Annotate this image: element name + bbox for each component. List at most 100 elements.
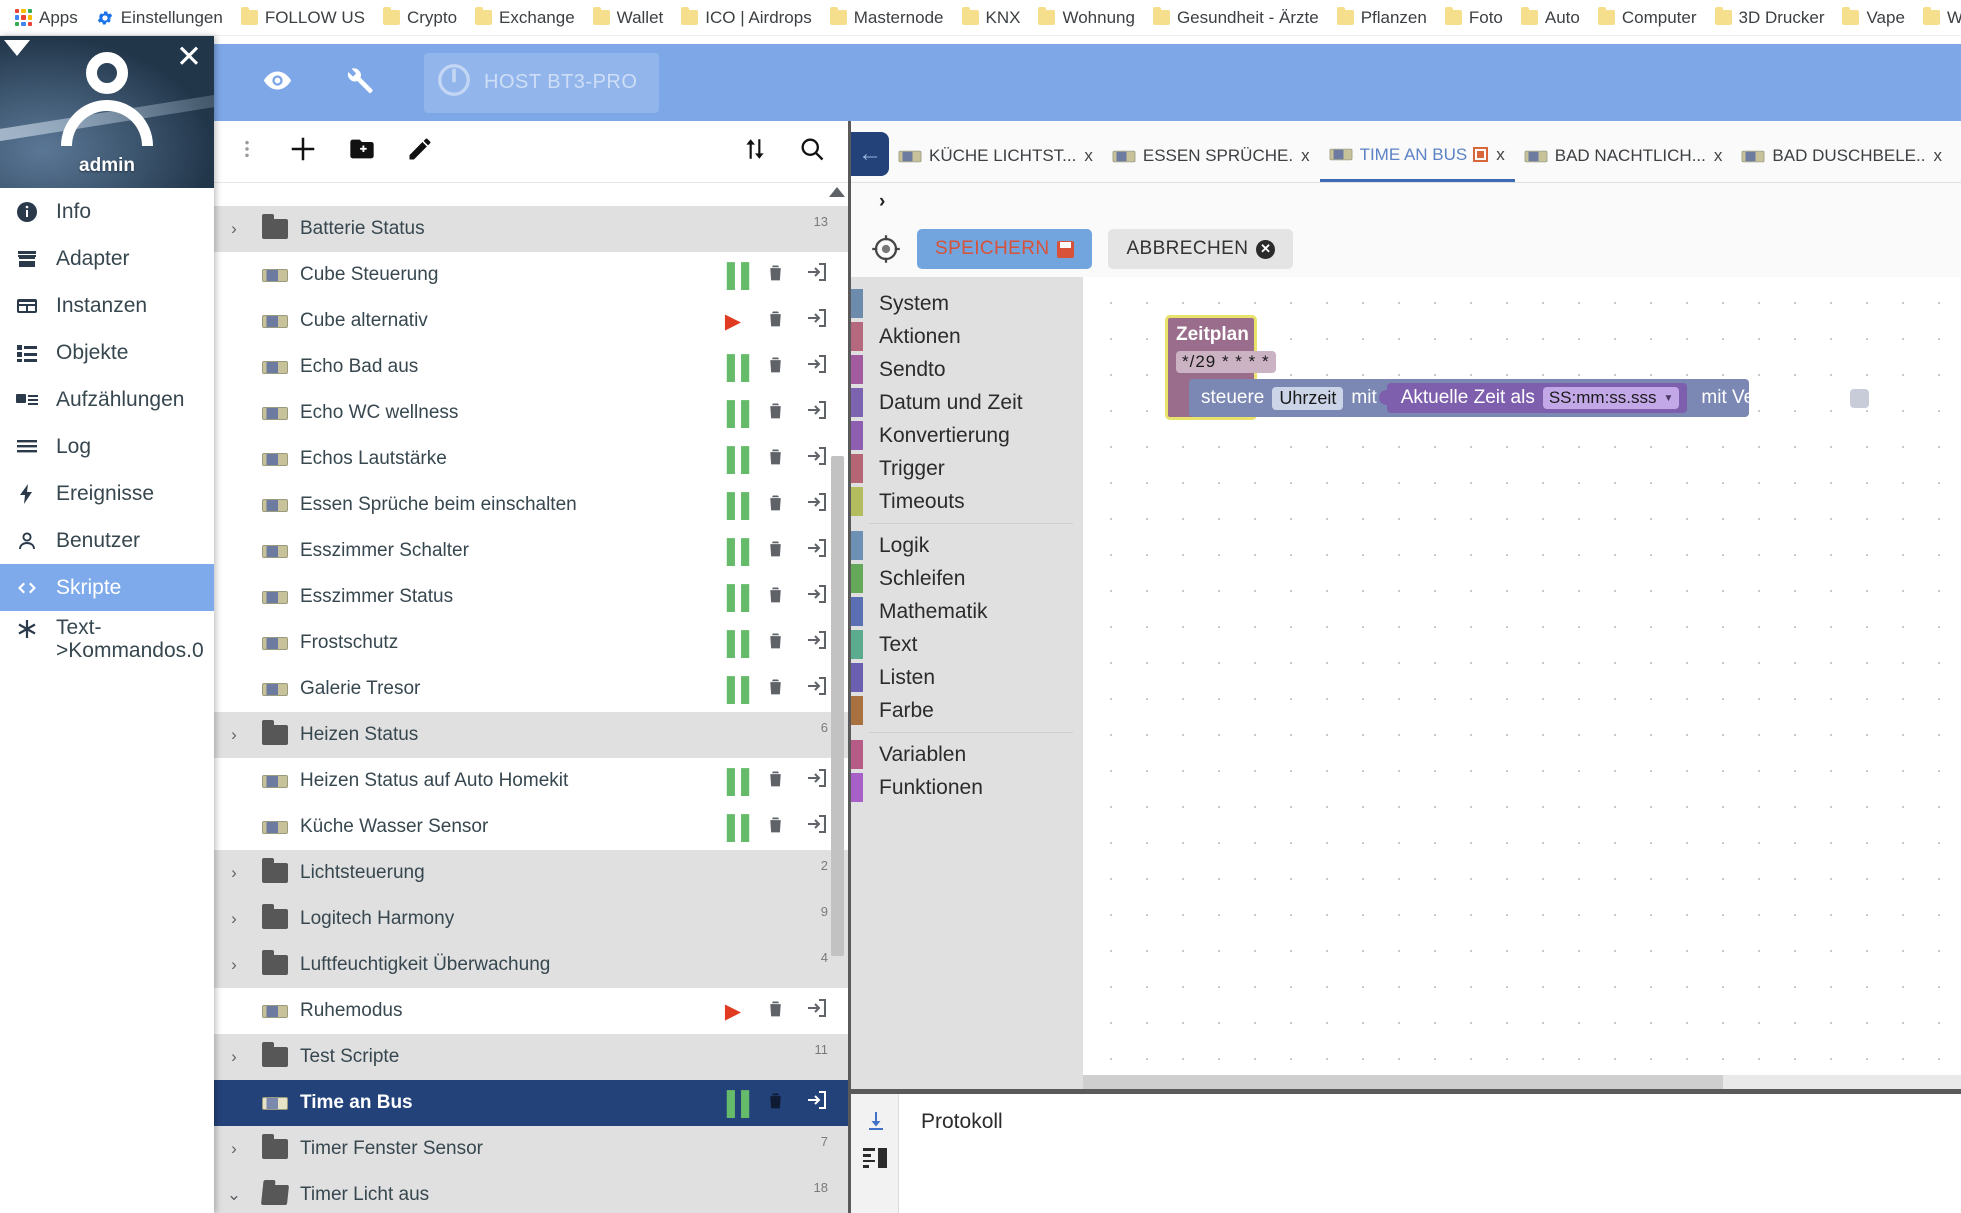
collapse-triangle-icon[interactable] bbox=[4, 40, 30, 56]
control-statement-block[interactable]: steuere Uhrzeit mit Aktuelle Zeit als SS… bbox=[1189, 379, 1869, 417]
script-row[interactable]: Ruhemodus ▶ bbox=[214, 988, 848, 1034]
bookmark-folder[interactable]: Wohnung bbox=[1029, 5, 1143, 31]
play-button[interactable]: ▶ bbox=[712, 999, 754, 1024]
script-row[interactable]: Cube alternativ ▶ bbox=[214, 298, 848, 344]
folder-row[interactable]: › Batterie Status 13 bbox=[214, 206, 848, 252]
folder-row[interactable]: › Heizen Status 6 bbox=[214, 712, 848, 758]
folder-row[interactable]: › Logitech Harmony 9 bbox=[214, 896, 848, 942]
delete-button[interactable] bbox=[754, 1090, 796, 1117]
bookmark-settings[interactable]: Einstellungen bbox=[87, 5, 232, 31]
script-row[interactable]: Frostschutz ▐▐ bbox=[214, 620, 848, 666]
script-list-scrollbar-thumb[interactable] bbox=[831, 456, 844, 956]
pause-button[interactable]: ▐▐ bbox=[712, 1090, 754, 1117]
plus-icon[interactable] bbox=[288, 134, 318, 169]
pause-button[interactable]: ▐▐ bbox=[712, 630, 754, 657]
toolbox-category[interactable]: System bbox=[851, 287, 1083, 320]
toolbox-category[interactable]: Listen bbox=[851, 661, 1083, 694]
script-row[interactable]: Küche Wasser Sensor ▐▐ bbox=[214, 804, 848, 850]
pause-button[interactable]: ▐▐ bbox=[712, 492, 754, 519]
blockly-toolbox[interactable]: System Aktionen Sendto Datum und Zeit Konver… bbox=[851, 277, 1083, 1089]
sidebar-item-objekte[interactable]: Objekte bbox=[0, 329, 214, 376]
bookmark-folder[interactable]: Crypto bbox=[374, 5, 466, 31]
toolbox-category[interactable]: Text bbox=[851, 628, 1083, 661]
chevron-right-icon[interactable]: › bbox=[214, 219, 254, 239]
editor-tab[interactable]: ESSEN SPRÜCHE. x bbox=[1103, 130, 1320, 182]
sidebar-item-text-kommandos-0[interactable]: Text- >Kommandos.0 bbox=[0, 611, 214, 671]
bookmark-folder[interactable]: Computer bbox=[1589, 5, 1706, 31]
delete-button[interactable] bbox=[754, 446, 796, 473]
editor-tab[interactable]: BAD DUSCHBELE.. x bbox=[1732, 130, 1952, 182]
pause-button[interactable]: ▐▐ bbox=[712, 584, 754, 611]
object-field[interactable]: Uhrzeit bbox=[1272, 386, 1344, 410]
eye-icon[interactable] bbox=[262, 65, 293, 101]
script-row[interactable]: Cube Steuerung ▐▐ bbox=[214, 252, 848, 298]
cron-field[interactable]: */29 * * * * bbox=[1176, 351, 1276, 373]
canvas-scrollbar-thumb[interactable] bbox=[1083, 1075, 1723, 1089]
toolbox-category[interactable]: Schleifen bbox=[851, 562, 1083, 595]
chevron-right-icon[interactable]: › bbox=[214, 955, 254, 975]
toolbox-category[interactable]: Trigger bbox=[851, 452, 1083, 485]
editor-tab[interactable]: BAD NACHTLICH... x bbox=[1515, 130, 1733, 182]
host-chip[interactable]: HOST BT3-PRO bbox=[424, 52, 660, 113]
time-format-dropdown[interactable]: SS:mm:ss.sss ▼ bbox=[1542, 387, 1680, 409]
close-tab-icon[interactable]: x bbox=[1714, 146, 1723, 166]
save-button[interactable]: SPEICHERN bbox=[917, 229, 1093, 269]
close-icon[interactable]: ✕ bbox=[176, 41, 202, 72]
pause-button[interactable]: ▐▐ bbox=[712, 814, 754, 841]
bookmark-folder[interactable]: Welto bbox=[1914, 5, 1961, 31]
chevron-right-icon[interactable]: › bbox=[214, 725, 254, 745]
toolbox-category[interactable]: Variablen bbox=[851, 738, 1083, 771]
close-tab-icon[interactable]: x bbox=[1301, 146, 1310, 166]
canvas-horizontal-scrollbar[interactable] bbox=[1083, 1075, 1961, 1089]
pause-button[interactable]: ▐▐ bbox=[712, 538, 754, 565]
toolbox-category[interactable]: Farbe bbox=[851, 694, 1083, 727]
delete-button[interactable] bbox=[754, 998, 796, 1025]
script-row[interactable]: Echo WC wellness ▐▐ bbox=[214, 390, 848, 436]
toolbox-category[interactable]: Konvertierung bbox=[851, 419, 1083, 452]
script-row[interactable]: Galerie Tresor ▐▐ bbox=[214, 666, 848, 712]
search-icon[interactable] bbox=[798, 135, 826, 168]
expand-chevron-icon[interactable]: › bbox=[879, 191, 885, 213]
download-icon[interactable] bbox=[864, 1108, 886, 1132]
pause-button[interactable]: ▐▐ bbox=[712, 446, 754, 473]
folder-row[interactable]: › Lichtsteuerung 2 bbox=[214, 850, 848, 896]
delete-button[interactable] bbox=[754, 492, 796, 519]
script-row[interactable]: Echo Bad aus ▐▐ bbox=[214, 344, 848, 390]
delete-button[interactable] bbox=[754, 584, 796, 611]
folder-row[interactable]: › Luftfeuchtigkeit Überwachung 4 bbox=[214, 942, 848, 988]
script-row[interactable]: Time an Bus ▐▐ bbox=[214, 1080, 848, 1126]
chevron-right-icon[interactable]: › bbox=[214, 863, 254, 883]
toolbox-category[interactable]: Aktionen bbox=[851, 320, 1083, 353]
crosshair-icon[interactable] bbox=[871, 234, 901, 264]
pause-button[interactable]: ▐▐ bbox=[712, 262, 754, 289]
sidebar-item-instanzen[interactable]: Instanzen bbox=[0, 282, 214, 329]
bookmark-folder[interactable]: Vape bbox=[1833, 5, 1913, 31]
chevron-right-icon[interactable]: › bbox=[214, 909, 254, 929]
bookmark-folder[interactable]: Gesundheit - Ärzte bbox=[1144, 5, 1328, 31]
script-list-scroll[interactable]: › Batterie Status 13 Cube Steuerung ▐▐ Cube a… bbox=[214, 184, 848, 1213]
script-row[interactable]: Heizen Status auf Auto Homekit ▐▐ bbox=[214, 758, 848, 804]
folder-row[interactable]: › Test Scripte 11 bbox=[214, 1034, 848, 1080]
chevron-right-icon[interactable]: › bbox=[214, 1139, 254, 1159]
script-row[interactable]: Echos Lautstärke ▐▐ bbox=[214, 436, 848, 482]
sidebar-item-ereignisse[interactable]: Ereignisse bbox=[0, 470, 214, 517]
toolbox-category[interactable]: Logik bbox=[851, 529, 1083, 562]
list-layout-icon[interactable] bbox=[862, 1148, 887, 1168]
pause-button[interactable]: ▐▐ bbox=[712, 768, 754, 795]
delete-button[interactable] bbox=[754, 262, 796, 289]
delete-button[interactable] bbox=[754, 538, 796, 565]
bookmark-folder[interactable]: Exchange bbox=[466, 5, 584, 31]
folder-row[interactable]: › Timer Fenster Sensor 7 bbox=[214, 1126, 848, 1172]
chevron-down-icon[interactable]: ⌄ bbox=[214, 1185, 254, 1205]
bookmark-folder[interactable]: FOLLOW US bbox=[232, 5, 374, 31]
folder-row[interactable]: ⌄ Timer Licht aus 18 bbox=[214, 1172, 848, 1213]
sidebar-item-skripte[interactable]: Skripte bbox=[0, 564, 214, 611]
toolbox-category[interactable]: Funktionen bbox=[851, 771, 1083, 804]
sidebar-item-log[interactable]: Log bbox=[0, 423, 214, 470]
delete-button[interactable] bbox=[754, 814, 796, 841]
editor-tab[interactable]: TIME AN BUS x bbox=[1319, 130, 1515, 182]
new-folder-icon[interactable] bbox=[348, 135, 376, 168]
block-group[interactable]: Zeitplan */29 * * * * steuere Uhrzeit mi… bbox=[1165, 315, 1869, 420]
pause-button[interactable]: ▐▐ bbox=[712, 400, 754, 427]
toolbox-category[interactable]: Mathematik bbox=[851, 595, 1083, 628]
